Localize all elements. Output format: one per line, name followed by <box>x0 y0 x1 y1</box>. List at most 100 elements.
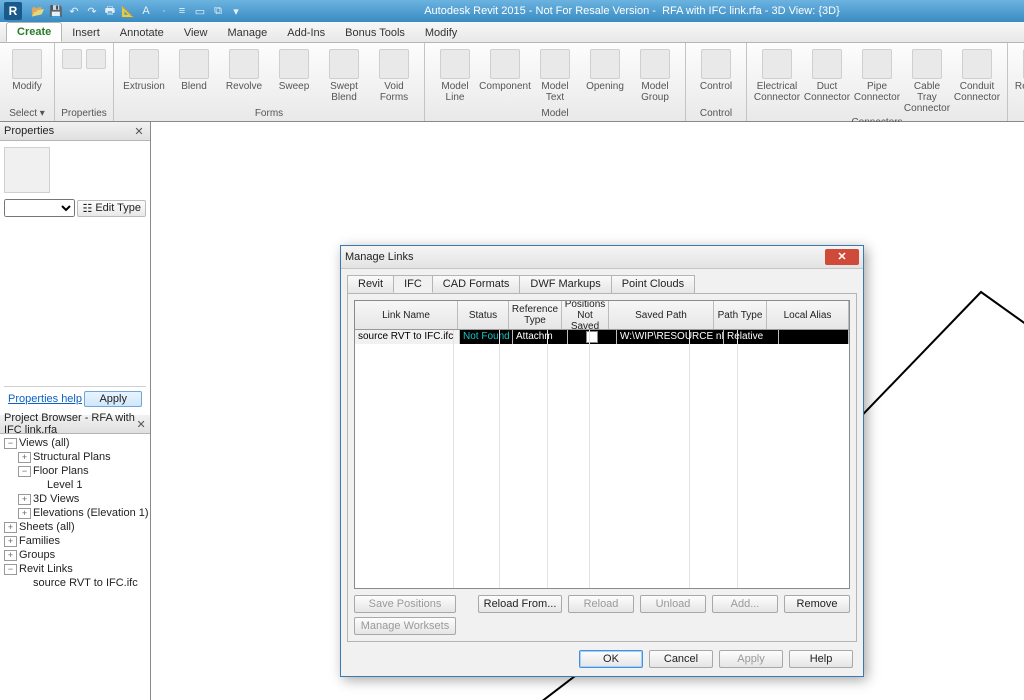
tree-item[interactable]: +Families <box>4 534 148 548</box>
col-status[interactable]: Status <box>458 301 509 329</box>
browser-close-icon[interactable]: ✕ <box>136 417 146 431</box>
model-item-0[interactable]: ModelLine <box>431 47 479 105</box>
grid-row[interactable]: source RVT to IFC.ifc Not Found Attachm … <box>355 330 849 344</box>
tree-twisty-icon[interactable]: + <box>4 522 17 533</box>
tree-twisty-icon[interactable]: + <box>4 550 17 561</box>
ribbon-tab-insert[interactable]: Insert <box>62 24 110 42</box>
properties-close-icon[interactable]: ✕ <box>132 124 146 138</box>
properties-apply-button[interactable]: Apply <box>84 391 142 407</box>
forms-item-4[interactable]: SweptBlend <box>320 47 368 105</box>
tree-twisty-icon[interactable]: − <box>4 438 17 449</box>
col-reference-type[interactable]: Reference Type <box>509 301 562 329</box>
qat-thinlines-icon[interactable]: ≡ <box>174 3 190 19</box>
tree-twisty-icon[interactable]: + <box>18 494 31 505</box>
tree-item[interactable]: −Revit Links <box>4 562 148 576</box>
ribbon-tab-bonus[interactable]: Bonus Tools <box>335 24 415 42</box>
col-path-type[interactable]: Path Type <box>714 301 767 329</box>
cell-positions-not-saved[interactable] <box>568 330 617 344</box>
edit-type-button[interactable]: ☷ Edit Type <box>77 200 146 217</box>
qat-open-icon[interactable]: 📂 <box>30 3 46 19</box>
ribbon-tab-annotate[interactable]: Annotate <box>110 24 174 42</box>
tree-item[interactable]: −Floor Plans <box>4 464 148 478</box>
cell-saved-path[interactable]: W:\WIP\RESOURCE nRAH\ <box>617 330 724 344</box>
forms-item-5[interactable]: VoidForms <box>370 47 418 105</box>
connector-item-3[interactable]: Cable TrayConnector <box>903 47 951 116</box>
cell-link-name[interactable]: source RVT to IFC.ifc <box>355 330 460 344</box>
col-saved-path[interactable]: Saved Path <box>609 301 714 329</box>
tree-twisty-icon[interactable]: + <box>18 452 31 463</box>
tab-pointclouds[interactable]: Point Clouds <box>611 275 695 293</box>
family-types-button[interactable] <box>85 47 107 73</box>
connector-item-2[interactable]: PipeConnector <box>853 47 901 105</box>
model-item-2[interactable]: ModelText <box>531 47 579 105</box>
datum-item-0[interactable]: ReferenceLine <box>1014 47 1024 105</box>
cell-path-type[interactable]: Relative <box>724 330 779 344</box>
forms-item-2[interactable]: Revolve <box>220 47 268 94</box>
ribbon-tab-create[interactable]: Create <box>6 22 62 42</box>
cell-reference-type[interactable]: Attachm <box>513 330 568 344</box>
cancel-button[interactable]: Cancel <box>649 650 713 668</box>
cell-status[interactable]: Not Found <box>460 330 513 344</box>
tab-dwf[interactable]: DWF Markups <box>519 275 611 293</box>
qat-close-hidden-icon[interactable]: ▭ <box>192 3 208 19</box>
tree-item[interactable]: −Views (all) <box>4 436 148 450</box>
reload-from-button[interactable]: Reload From... <box>478 595 562 613</box>
tab-cad[interactable]: CAD Formats <box>432 275 521 293</box>
col-local-alias[interactable]: Local Alias <box>767 301 849 329</box>
help-button[interactable]: Help <box>789 650 853 668</box>
ribbon-tab-addins[interactable]: Add-Ins <box>277 24 335 42</box>
ribbon-tab-manage[interactable]: Manage <box>217 24 277 42</box>
connector-item-1[interactable]: DuctConnector <box>803 47 851 105</box>
col-link-name[interactable]: Link Name <box>355 301 458 329</box>
tree-twisty-icon[interactable]: − <box>18 466 31 477</box>
qat-redo-icon[interactable]: ↷ <box>84 3 100 19</box>
model-item-3[interactable]: Opening <box>581 47 629 94</box>
remove-button[interactable]: Remove <box>784 595 850 613</box>
tree-twisty-icon[interactable]: + <box>4 536 17 547</box>
forms-item-1[interactable]: Blend <box>170 47 218 94</box>
tree-item[interactable]: +Elevations (Elevation 1) <box>4 506 148 520</box>
tree-item[interactable]: Level 1 <box>4 478 148 492</box>
modify-button[interactable]: Modify <box>3 47 51 94</box>
dialog-title-bar[interactable]: Manage Links ✕ <box>341 246 863 269</box>
model-item-4[interactable]: ModelGroup <box>631 47 679 105</box>
tree-item[interactable]: +Sheets (all) <box>4 520 148 534</box>
tab-ifc[interactable]: IFC <box>393 275 433 293</box>
tree-twisty-icon[interactable]: − <box>4 564 17 575</box>
qat-text-icon[interactable]: A <box>138 3 154 19</box>
dialog-close-button[interactable]: ✕ <box>825 249 859 265</box>
checkbox-icon[interactable] <box>586 331 598 343</box>
tab-revit[interactable]: Revit <box>347 275 394 293</box>
control-item-0[interactable]: Control <box>692 47 740 94</box>
cell-local-alias[interactable] <box>779 330 849 344</box>
qat-dropdown-icon[interactable]: ▾ <box>228 3 244 19</box>
forms-item-3[interactable]: Sweep <box>270 47 318 94</box>
qat-switch-icon[interactable]: ⧉ <box>210 3 226 19</box>
ribbon-tab-view[interactable]: View <box>174 24 218 42</box>
model-item-1[interactable]: Component <box>481 47 529 94</box>
forms-item-0[interactable]: Extrusion <box>120 47 168 94</box>
connector-item-0[interactable]: ElectricalConnector <box>753 47 801 105</box>
group-select-label[interactable]: Select ▾ <box>6 107 48 121</box>
grid-body[interactable]: source RVT to IFC.ifc Not Found Attachm … <box>355 330 849 588</box>
connector-item-4[interactable]: ConduitConnector <box>953 47 1001 105</box>
ribbon-tab-modify[interactable]: Modify <box>415 24 467 42</box>
properties-button[interactable] <box>61 47 83 73</box>
tree-label: Families <box>19 535 60 547</box>
type-selector[interactable] <box>4 199 75 217</box>
tree-item[interactable]: +Structural Plans <box>4 450 148 464</box>
qat-print-icon[interactable]: 🖶 <box>102 3 118 19</box>
qat-measure-icon[interactable]: 📐 <box>120 3 136 19</box>
app-logo[interactable]: R <box>4 2 22 20</box>
project-browser-tree[interactable]: −Views (all)+Structural Plans−Floor Plan… <box>0 434 150 592</box>
tree-item[interactable]: source RVT to IFC.ifc <box>4 576 148 590</box>
properties-help-link[interactable]: Properties help <box>8 393 82 405</box>
tree-twisty-icon[interactable]: + <box>18 508 31 519</box>
ok-button[interactable]: OK <box>579 650 643 668</box>
tree-item[interactable]: +Groups <box>4 548 148 562</box>
col-positions-not-saved[interactable]: Positions Not Saved <box>562 301 609 329</box>
links-grid[interactable]: Link Name Status Reference Type Position… <box>354 300 850 589</box>
qat-undo-icon[interactable]: ↶ <box>66 3 82 19</box>
tree-item[interactable]: +3D Views <box>4 492 148 506</box>
qat-save-icon[interactable]: 💾 <box>48 3 64 19</box>
